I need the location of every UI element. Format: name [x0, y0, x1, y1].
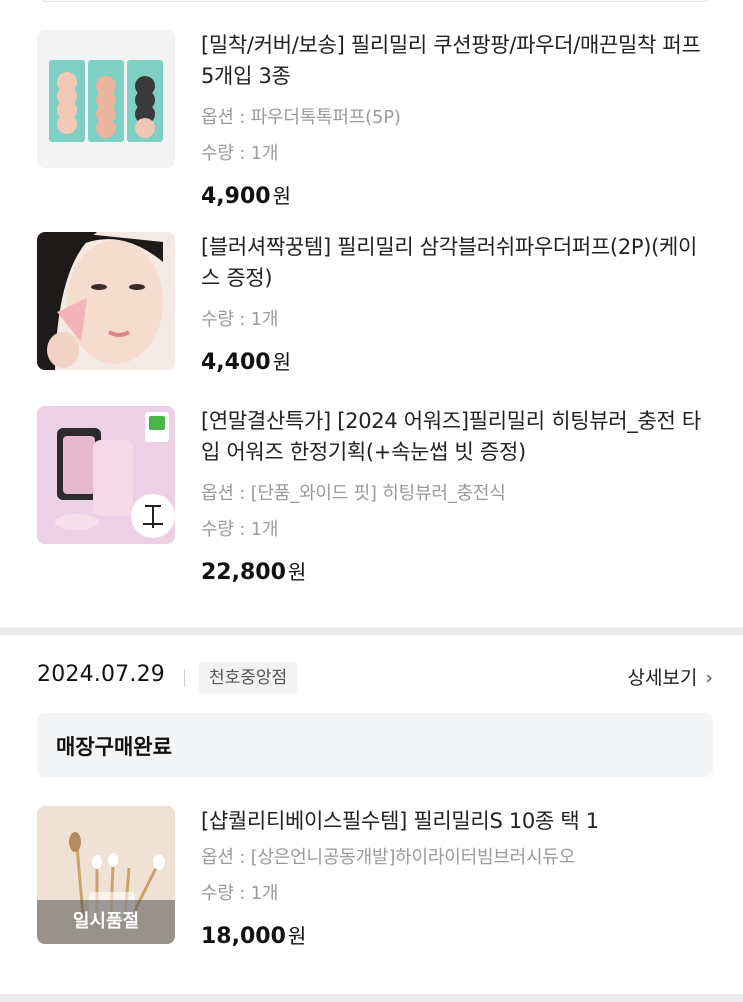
model-photo-image — [37, 232, 175, 370]
product-title[interactable]: [블러셔짝꿍템] 필리밀리 삼각블러쉬파우더퍼프(2P)(케이스 증정) — [201, 232, 713, 294]
view-details-label: 상세보기 — [627, 667, 698, 689]
product-price: 22,800 원 — [201, 558, 713, 587]
product-quantity: 수량 : 1개 — [201, 883, 279, 904]
product-quantity: 수량 : 1개 — [201, 143, 279, 164]
product-quantity: 수량 : 1개 — [201, 519, 279, 540]
product-thumbnail — [37, 30, 175, 168]
product-title[interactable]: [샵퀄리티베이스필수템] 필리밀리S 10종 택 1 — [201, 806, 713, 837]
soldout-badge: 일시품절 — [37, 900, 175, 944]
eyelash-curler-image — [37, 406, 175, 544]
product-option: 옵션 : [단품_와이드 핏] 히팅뷰러_충전식 — [201, 483, 506, 504]
product-price: 4,900 원 — [201, 182, 713, 211]
price-unit: 원 — [287, 560, 307, 584]
puff-pack-image — [49, 60, 163, 142]
product-thumbnail — [37, 232, 175, 370]
order-status: 매장구매완료 — [56, 735, 172, 759]
section-divider — [0, 627, 743, 635]
price-value: 22,800 — [201, 560, 286, 585]
store-badge: 천호중앙점 — [199, 662, 298, 694]
price-value: 4,400 — [201, 350, 271, 375]
price-value: 4,900 — [201, 184, 271, 209]
view-details-link[interactable]: 상세보기 › — [627, 663, 713, 690]
product-option: 옵션 : 파우더톡톡퍼프(5P) — [201, 107, 401, 128]
price-unit: 원 — [272, 350, 291, 374]
product-price: 18,000 원 — [201, 922, 713, 951]
order-header: 2024.07.29 천호중앙점 상세보기 › — [37, 660, 713, 696]
header-separator — [184, 669, 185, 687]
product-thumbnail: 일시품절 — [37, 806, 175, 944]
product-title[interactable]: [연말결산특가] [2024 어워즈]필리밀리 히팅뷰러_충전 타입 어워즈 한… — [201, 406, 713, 468]
order-date: 2024.07.29 — [37, 662, 165, 687]
order-status-box: 매장구매완료 — [37, 713, 713, 777]
previous-card-edge — [37, 0, 713, 2]
product-thumbnail — [37, 406, 175, 544]
price-value: 18,000 — [201, 924, 286, 949]
section-divider — [0, 994, 743, 1002]
price-unit: 원 — [287, 924, 307, 948]
price-unit: 원 — [272, 184, 291, 208]
product-price: 4,400 원 — [201, 348, 713, 377]
chevron-right-icon: › — [705, 667, 713, 689]
product-title[interactable]: [밀착/커버/보송] 필리밀리 쿠션팡팡/파우더/매끈밀착 퍼프 5개입 3종 — [201, 30, 713, 92]
product-quantity: 수량 : 1개 — [201, 309, 279, 330]
product-option: 옵션 : [상은언니공동개발]하이라이터빔브러시듀오 — [201, 847, 576, 868]
